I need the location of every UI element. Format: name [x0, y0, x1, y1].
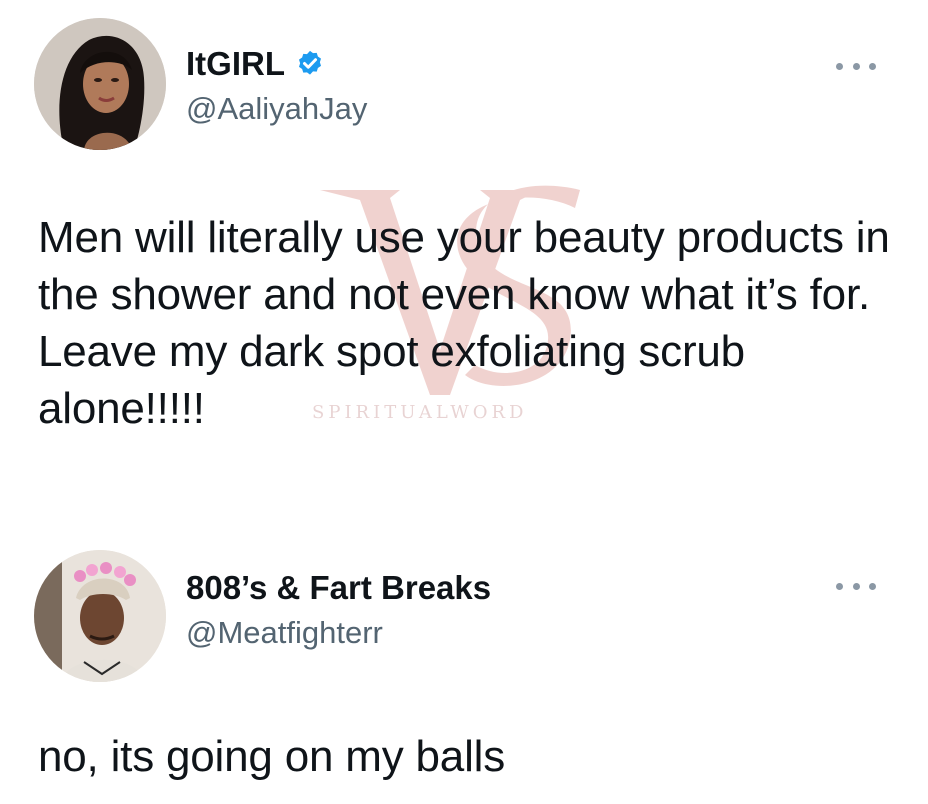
reply-text: no, its going on my balls: [38, 732, 506, 781]
tweet-text: Men will literally use your beauty produ…: [38, 213, 890, 433]
more-options-icon[interactable]: [836, 56, 876, 76]
avatar-aaliyahjay[interactable]: [34, 18, 166, 150]
tweet-meatfighterr[interactable]: 808’s & Fart Breaks @Meatfighterr no, it…: [0, 530, 928, 804]
handle[interactable]: @Meatfighterr: [186, 614, 383, 652]
verified-badge-icon: [295, 49, 325, 79]
display-name[interactable]: ItGIRL: [186, 44, 285, 84]
author-row: 808’s & Fart Breaks: [186, 568, 491, 608]
author-row: ItGIRL: [186, 44, 325, 84]
avatar-meatfighterr[interactable]: [34, 550, 166, 682]
display-name[interactable]: 808’s & Fart Breaks: [186, 568, 491, 608]
handle[interactable]: @AaliyahJay: [186, 90, 367, 128]
tweet-itgirl[interactable]: ItGIRL @AaliyahJay SPIRITUALWORD Men wil…: [0, 0, 928, 530]
more-options-icon[interactable]: [836, 576, 876, 596]
